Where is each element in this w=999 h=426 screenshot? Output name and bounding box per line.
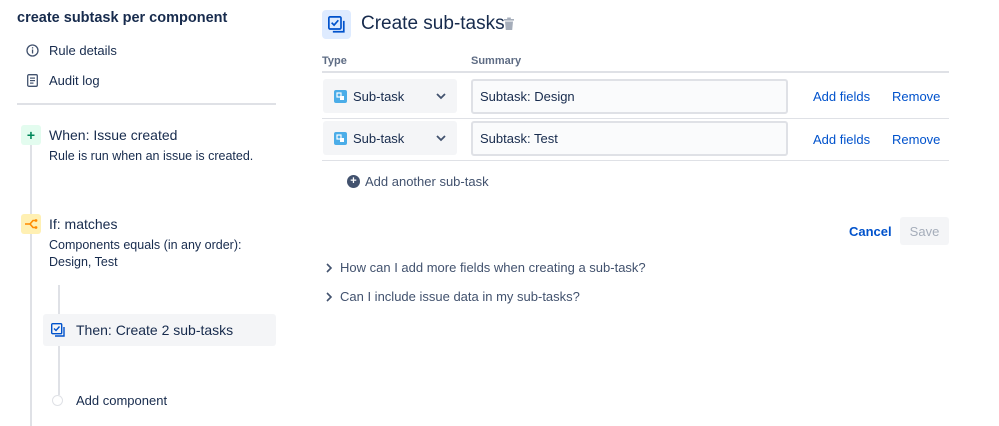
subtask-checkbox-icon <box>50 322 65 337</box>
sidebar-divider <box>17 103 276 105</box>
rule-sidebar: create subtask per component Rule detail… <box>0 0 290 426</box>
faq-expander[interactable]: How can I add more fields when creating … <box>325 260 646 275</box>
row-divider <box>322 160 949 161</box>
trigger-title[interactable]: When: Issue created <box>49 127 177 143</box>
subtask-header-icon <box>322 10 351 39</box>
summary-input[interactable] <box>471 121 788 156</box>
subtask-type-icon <box>334 89 347 103</box>
condition-desc-line: Design, Test <box>49 255 118 269</box>
add-component-label: Add component <box>76 393 168 408</box>
audit-log-link[interactable]: Audit log <box>25 73 100 88</box>
rule-details-link[interactable]: Rule details <box>25 43 117 58</box>
type-select[interactable]: Sub-task <box>323 121 457 155</box>
add-another-subtask-label: Add another sub-task <box>365 174 489 189</box>
add-circle-icon: + <box>347 175 360 188</box>
chevron-down-icon <box>436 93 446 100</box>
chevron-right-icon <box>326 262 333 273</box>
trigger-plus-icon: + <box>21 125 41 145</box>
info-icon <box>25 44 39 58</box>
document-icon <box>25 74 39 88</box>
type-select[interactable]: Sub-task <box>323 79 457 113</box>
trash-icon[interactable] <box>503 17 515 31</box>
chevron-right-icon <box>326 291 333 302</box>
table-header-divider <box>322 71 949 73</box>
save-button[interactable]: Save <box>900 217 949 245</box>
condition-title[interactable]: If: matches <box>49 216 117 232</box>
cancel-button[interactable]: Cancel <box>849 224 892 239</box>
add-component-button[interactable]: Add component <box>52 393 167 408</box>
add-fields-link[interactable]: Add fields <box>813 132 870 147</box>
add-fields-link[interactable]: Add fields <box>813 89 870 104</box>
add-another-subtask-button[interactable]: + Add another sub-task <box>347 174 489 189</box>
faq-expander[interactable]: Can I include issue data in my sub-tasks… <box>325 289 580 304</box>
column-header-type: Type <box>322 55 347 67</box>
timeline-connector <box>30 145 32 215</box>
condition-branch-icon <box>21 214 41 234</box>
condition-desc-line: Components equals (in any order): <box>49 238 242 252</box>
audit-log-label: Audit log <box>49 73 100 88</box>
trigger-description: Rule is run when an issue is created. <box>49 149 254 163</box>
type-select-value: Sub-task <box>353 88 405 104</box>
column-header-summary: Summary <box>471 55 522 67</box>
faq-label: Can I include issue data in my sub-tasks… <box>340 289 580 304</box>
action-create-subtasks[interactable]: Then: Create 2 sub-tasks <box>43 314 276 346</box>
subtask-type-icon <box>334 131 347 145</box>
condition-description: Components equals (in any order): Design… <box>49 237 241 271</box>
remove-link[interactable]: Remove <box>892 132 940 147</box>
rule-title: create subtask per component <box>17 10 228 26</box>
add-component-dot-icon <box>52 395 63 406</box>
remove-link[interactable]: Remove <box>892 89 940 104</box>
faq-label: How can I add more fields when creating … <box>340 260 646 275</box>
action-label: Then: Create 2 sub-tasks <box>76 322 234 338</box>
summary-input[interactable] <box>471 79 788 114</box>
timeline-connector <box>30 233 32 426</box>
type-select-value: Sub-task <box>353 130 405 146</box>
page-title: Create sub-tasks <box>361 13 505 34</box>
row-divider <box>322 118 949 119</box>
rule-details-label: Rule details <box>49 43 117 58</box>
chevron-down-icon <box>436 135 446 142</box>
